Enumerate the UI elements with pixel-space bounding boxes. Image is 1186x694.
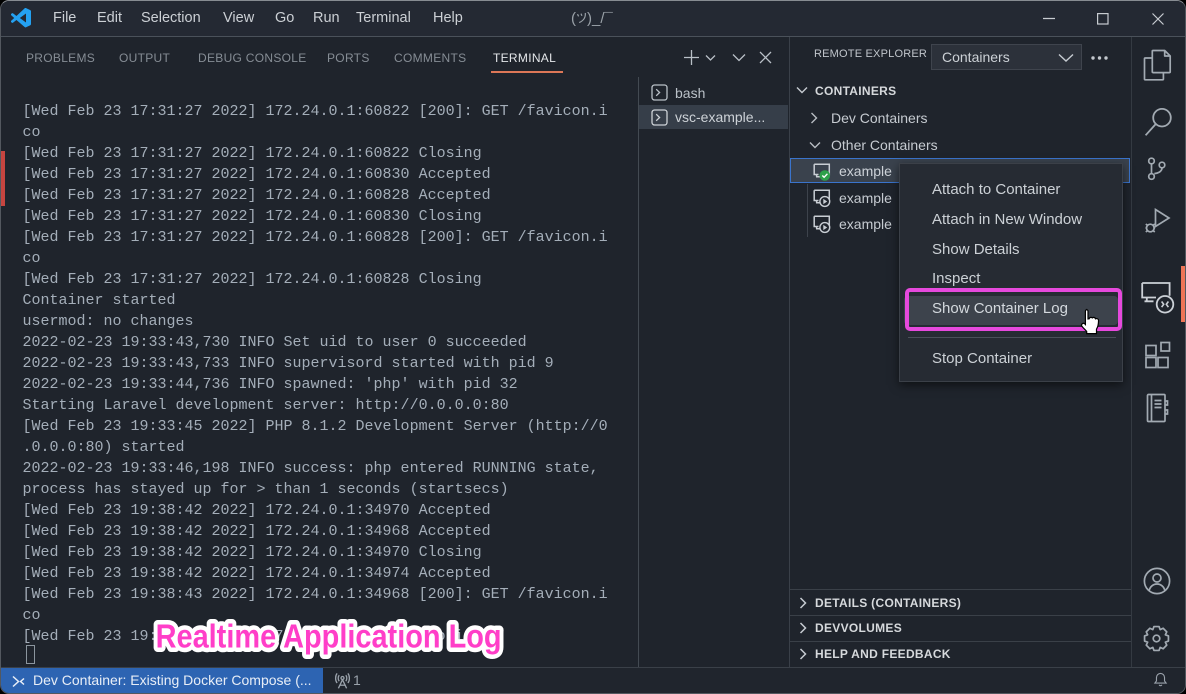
svg-text:Realtime Application Log: Realtime Application Log — [156, 618, 502, 655]
